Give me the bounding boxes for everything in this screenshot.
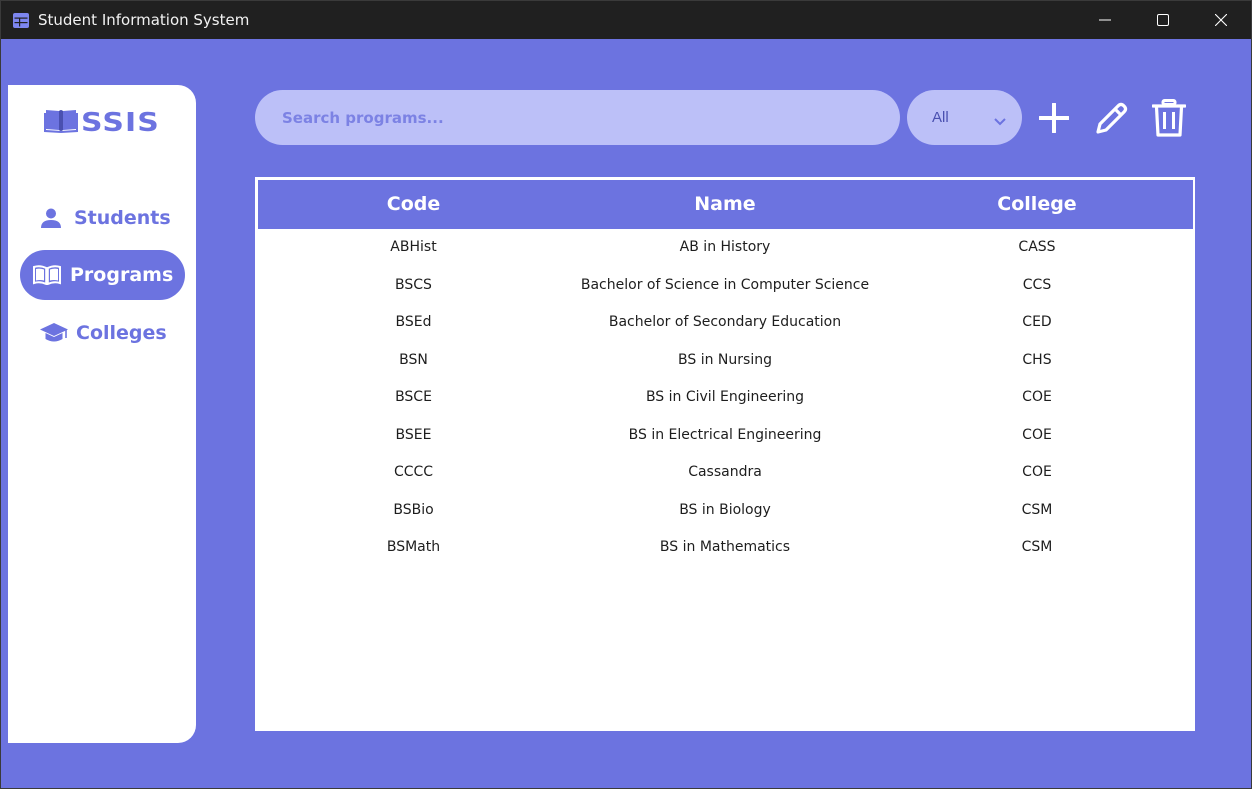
cell-name: BS in Nursing	[678, 351, 772, 368]
column-header-name[interactable]: Name	[569, 180, 881, 229]
cell-name: BS in Electrical Engineering	[628, 426, 822, 443]
programs-table: Code Name College ABHist AB in History C…	[254, 176, 1196, 732]
cell-college: COE	[1022, 426, 1052, 443]
cell-college: CSM	[1021, 501, 1053, 518]
table-row[interactable]: BSCS Bachelor of Science in Computer Sci…	[258, 267, 1193, 305]
cell-code: BSBio	[393, 501, 434, 518]
cell-name: BS in Mathematics	[659, 539, 791, 555]
cell-code: ABHist	[390, 239, 437, 255]
maximize-button[interactable]	[1134, 1, 1192, 39]
window-title: Student Information System	[38, 11, 250, 29]
logo-text: SSIS	[81, 107, 160, 138]
trash-icon	[1152, 99, 1186, 137]
cell-name: BS in Biology	[679, 501, 771, 518]
delete-program-button[interactable]	[1149, 98, 1189, 138]
app-logo: SSIS	[44, 107, 159, 138]
cell-code: CCCC	[393, 464, 434, 480]
chevron-down-icon	[994, 113, 1006, 131]
close-button[interactable]	[1192, 1, 1250, 39]
cell-code: BSMath	[386, 539, 441, 555]
table-row[interactable]: BSEd Bachelor of Secondary Education CED	[258, 304, 1193, 342]
pencil-icon	[1096, 102, 1128, 134]
cell-college: CCS	[1022, 276, 1052, 293]
cell-code: BSEd	[395, 314, 432, 330]
maximize-icon	[1157, 14, 1169, 26]
app-window: Student Information System SSIS Students…	[0, 0, 1252, 789]
filter-selected-value: All	[932, 109, 949, 126]
book-logo-icon	[44, 107, 78, 138]
search-input[interactable]	[255, 90, 900, 145]
table-row[interactable]: BSCE BS in Civil Engineering COE	[258, 379, 1193, 417]
graduation-cap-icon	[39, 322, 69, 344]
edit-program-button[interactable]	[1092, 98, 1132, 138]
minimize-icon	[1099, 19, 1111, 21]
minimize-button[interactable]	[1076, 1, 1134, 39]
table-row[interactable]: ABHist AB in History CASS	[258, 229, 1193, 267]
cell-name: AB in History	[679, 239, 771, 255]
user-icon	[40, 207, 62, 229]
cell-code: BSCE	[395, 389, 432, 405]
table-row[interactable]: BSN BS in Nursing CHS	[258, 342, 1193, 380]
cell-college: CASS	[1018, 239, 1056, 255]
add-program-button[interactable]	[1034, 98, 1074, 138]
table-header: Code Name College	[258, 180, 1193, 229]
app-grid-icon	[13, 13, 29, 28]
column-header-code[interactable]: Code	[258, 180, 569, 229]
plus-icon	[1039, 103, 1069, 133]
column-header-college[interactable]: College	[881, 180, 1193, 229]
table-body: ABHist AB in History CASS BSCS Bachelor …	[258, 229, 1193, 567]
title-bar[interactable]: Student Information System	[1, 1, 1251, 39]
cell-name: Bachelor of Secondary Education	[608, 314, 842, 330]
table-row[interactable]: CCCC Cassandra COE	[258, 454, 1193, 492]
cell-code: BSN	[399, 351, 428, 368]
sidebar-item-programs[interactable]: Programs	[20, 250, 185, 300]
table-row[interactable]: BSMath BS in Mathematics CSM	[258, 529, 1193, 567]
sidebar-item-label: Colleges	[76, 322, 167, 344]
sidebar-item-colleges[interactable]: Colleges	[20, 308, 185, 358]
table-row[interactable]: BSBio BS in Biology CSM	[258, 492, 1193, 530]
sidebar: SSIS Students Programs Colleges	[8, 85, 196, 743]
cell-college: CSM	[1021, 539, 1053, 555]
sidebar-item-label: Students	[74, 207, 171, 229]
close-icon	[1215, 14, 1227, 26]
sidebar-item-students[interactable]: Students	[20, 193, 185, 243]
cell-code: BSCS	[395, 276, 432, 293]
cell-name: Cassandra	[688, 464, 762, 480]
cell-college: COE	[1022, 389, 1052, 405]
cell-college: CHS	[1022, 351, 1052, 368]
cell-code: BSEE	[395, 426, 432, 443]
open-book-icon	[33, 265, 61, 285]
cell-college: CED	[1022, 314, 1052, 330]
sidebar-item-label: Programs	[70, 264, 174, 286]
college-filter-dropdown[interactable]: All	[907, 90, 1022, 145]
cell-college: COE	[1022, 464, 1052, 480]
cell-name: Bachelor of Science in Computer Science	[580, 276, 870, 293]
cell-name: BS in Civil Engineering	[645, 389, 805, 405]
table-row[interactable]: BSEE BS in Electrical Engineering COE	[258, 417, 1193, 455]
